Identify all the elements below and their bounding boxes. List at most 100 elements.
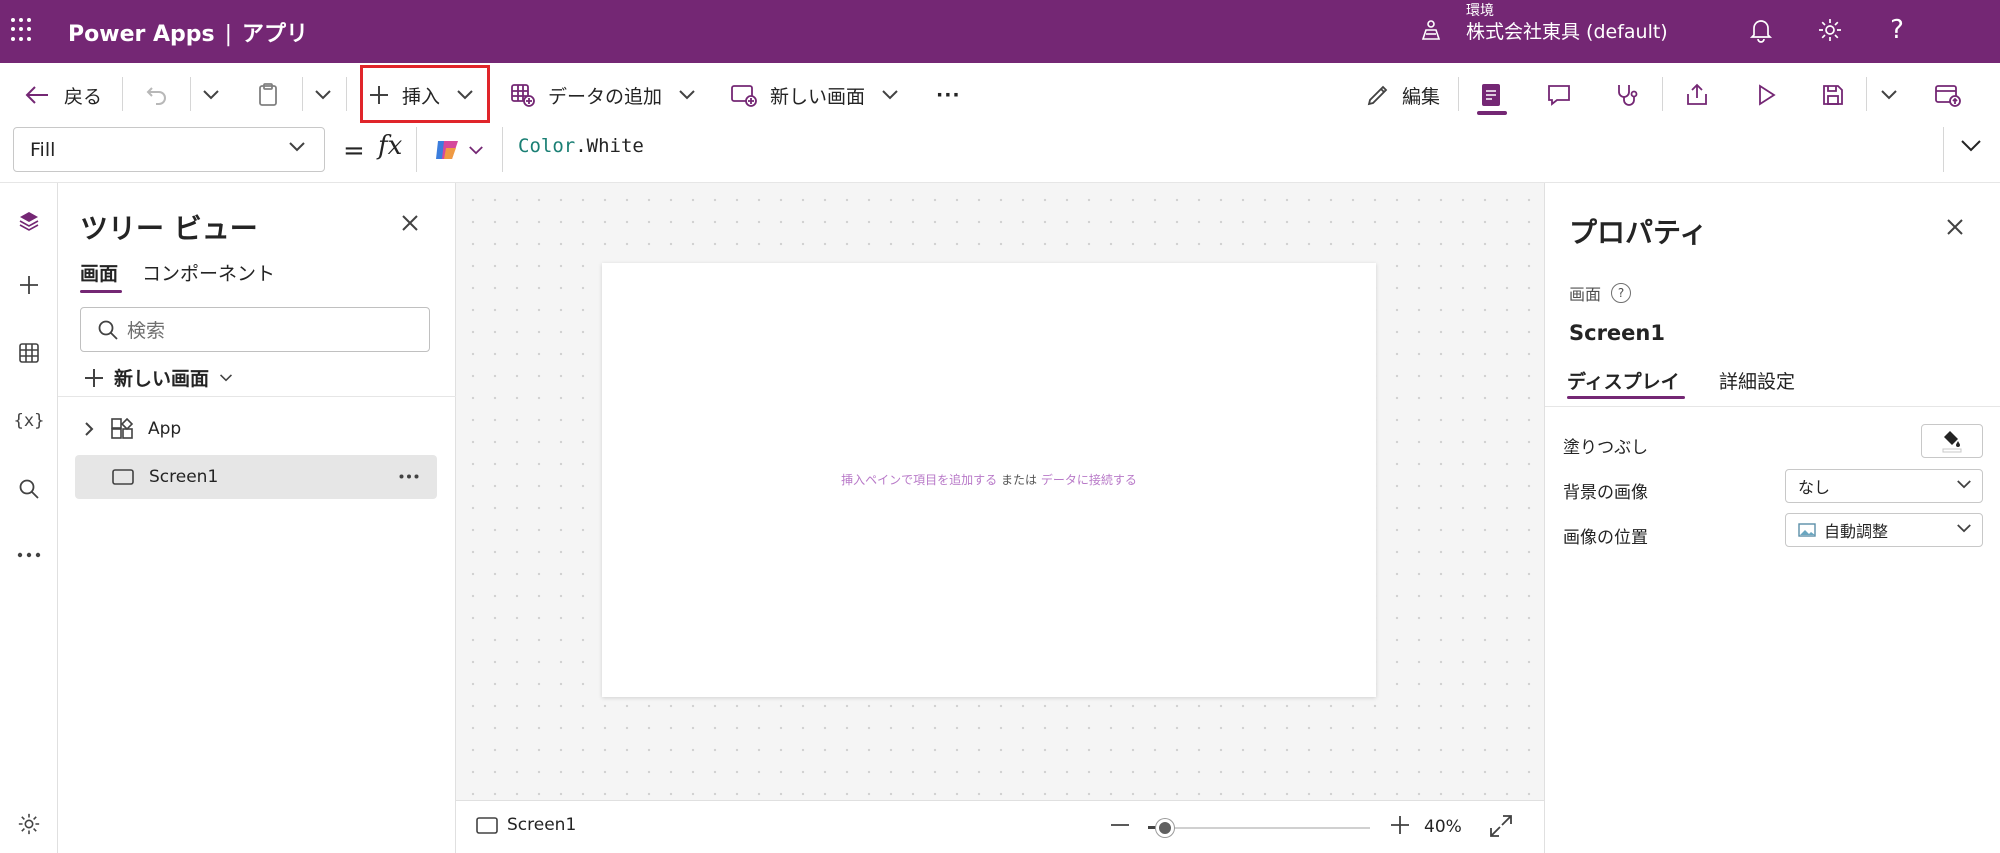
search-icon <box>98 320 118 340</box>
copilot-icon[interactable] <box>432 135 462 165</box>
tree-toggle-button[interactable] <box>1478 63 1504 127</box>
tree-view-title: ツリー ビュー <box>80 212 258 245</box>
add-data-button[interactable]: データの追加 <box>510 63 696 127</box>
insert-button[interactable]: 挿入 <box>368 63 474 127</box>
section-name: アプリ <box>242 22 309 47</box>
expand-formula-icon[interactable] <box>1960 139 1982 153</box>
connect-to-data-link[interactable]: データに接続する <box>1041 473 1137 487</box>
screen1-canvas[interactable]: 挿入ペインで項目を追加する または データに接続する <box>602 263 1376 697</box>
control-name[interactable]: Screen1 <box>1569 321 1665 345</box>
property-dropdown[interactable]: Fill <box>13 127 325 172</box>
tree-node-screen1-row[interactable]: Screen1 <box>75 455 437 499</box>
tree-node-label: App <box>148 419 182 439</box>
more-commands-button[interactable]: ··· <box>936 63 961 127</box>
settings-gear-icon[interactable] <box>1815 15 1845 45</box>
image-position-value: 自動調整 <box>1824 522 1889 541</box>
paste-menu-button[interactable] <box>314 63 332 127</box>
edit-button[interactable]: 編集 <box>1366 63 1440 127</box>
insert-label: 挿入 <box>402 85 441 108</box>
tab-display[interactable]: ディスプレイ <box>1567 367 1680 394</box>
chevron-down-icon[interactable] <box>468 145 484 156</box>
chevron-down-icon <box>289 142 305 152</box>
paste-button[interactable] <box>256 63 280 127</box>
background-image-value: なし <box>1798 478 1831 497</box>
more-icon[interactable] <box>9 535 49 575</box>
paint-bucket-icon <box>1942 431 1962 453</box>
save-menu-button[interactable] <box>1880 63 1898 127</box>
app-launcher-icon[interactable] <box>11 18 35 42</box>
chevron-down-icon <box>1881 90 1897 100</box>
canvas-status-bar: Screen1 40% <box>456 800 1544 853</box>
help-icon[interactable]: ? <box>1882 15 1912 45</box>
current-screen-selector[interactable]: Screen1 <box>476 815 576 835</box>
add-from-insert-pane-link[interactable]: 挿入ペインで項目を追加する <box>841 473 997 487</box>
fill-color-picker[interactable] <box>1921 424 1983 458</box>
new-screen-button[interactable]: 新しい画面 <box>730 63 899 127</box>
undo-menu-button[interactable] <box>202 63 220 127</box>
preview-play-button[interactable] <box>1754 63 1778 127</box>
play-icon <box>1759 84 1776 106</box>
environment-picker[interactable]: 環境 株式会社東具 (default) <box>1466 4 1668 42</box>
formula-editor[interactable]: Color.White <box>518 135 644 157</box>
formula-object: Color <box>518 135 576 157</box>
environment-icon <box>1421 20 1441 40</box>
undo-button[interactable] <box>145 63 169 127</box>
zoom-out-icon[interactable] <box>1108 813 1132 837</box>
tree-view-icon[interactable] <box>9 201 49 241</box>
screen-icon <box>476 816 498 834</box>
search-icon[interactable] <box>9 469 49 509</box>
add-data-label: データの追加 <box>548 85 663 108</box>
app-title: Power Apps | アプリ <box>68 16 308 48</box>
zoom-slider-thumb[interactable] <box>1156 819 1174 837</box>
help-circle-icon[interactable]: ? <box>1611 283 1632 303</box>
active-tab-indicator <box>1567 396 1685 399</box>
more-options-icon[interactable] <box>399 474 419 479</box>
app-icon <box>111 417 134 439</box>
close-icon[interactable] <box>1945 217 1965 237</box>
divider <box>122 77 123 111</box>
comments-button[interactable] <box>1546 63 1572 127</box>
background-image-dropdown[interactable]: なし <box>1785 469 1983 503</box>
properties-title: プロパティ <box>1569 216 1708 249</box>
tab-screens[interactable]: 画面 <box>80 259 118 286</box>
table-add-icon <box>511 84 535 107</box>
insert-icon[interactable] <box>9 265 49 305</box>
tree-node-app[interactable]: App <box>74 407 438 451</box>
chevron-right-icon[interactable] <box>84 421 94 437</box>
notifications-bell-icon[interactable] <box>1746 15 1776 45</box>
fill-label: 塗りつぶし <box>1563 438 1649 458</box>
save-icon <box>1823 85 1843 105</box>
divider <box>1943 127 1944 172</box>
tab-components[interactable]: コンポーネント <box>142 259 275 286</box>
zoom-slider[interactable] <box>1148 826 1370 829</box>
back-arrow-icon <box>25 86 48 104</box>
tree-new-screen-button[interactable]: 新しい画面 <box>84 364 233 391</box>
image-position-dropdown[interactable]: 自動調整 <box>1785 513 1983 547</box>
back-button[interactable]: 戻る <box>24 63 102 127</box>
tab-advanced[interactable]: 詳細設定 <box>1719 367 1795 394</box>
environment-name: 株式会社東具 (default) <box>1466 21 1668 43</box>
pencil-icon <box>1367 85 1388 106</box>
tree-search-input[interactable]: 検索 <box>80 307 430 352</box>
plus-icon <box>370 86 388 104</box>
zoom-in-icon[interactable] <box>1388 813 1412 837</box>
screen-icon <box>112 469 134 485</box>
property-value: Fill <box>30 138 56 161</box>
share-icon <box>1687 83 1707 105</box>
divider <box>1545 406 2000 407</box>
hint-or-text: または <box>997 473 1041 487</box>
publish-button[interactable] <box>1934 63 1962 127</box>
image-icon <box>1798 523 1816 537</box>
chevron-down-icon <box>457 90 473 100</box>
share-button[interactable] <box>1684 63 1710 127</box>
app-checker-button[interactable] <box>1614 63 1640 127</box>
data-icon[interactable] <box>9 333 49 373</box>
design-canvas[interactable]: 挿入ペインで項目を追加する または データに接続する <box>456 183 1544 800</box>
undo-icon <box>146 87 166 105</box>
save-button[interactable] <box>1821 63 1845 127</box>
product-name[interactable]: Power Apps <box>68 22 215 47</box>
fit-to-window-icon[interactable] <box>1488 813 1514 839</box>
close-icon[interactable] <box>400 213 420 233</box>
variables-icon[interactable]: {x} <box>9 401 49 441</box>
settings-icon[interactable] <box>9 804 49 844</box>
